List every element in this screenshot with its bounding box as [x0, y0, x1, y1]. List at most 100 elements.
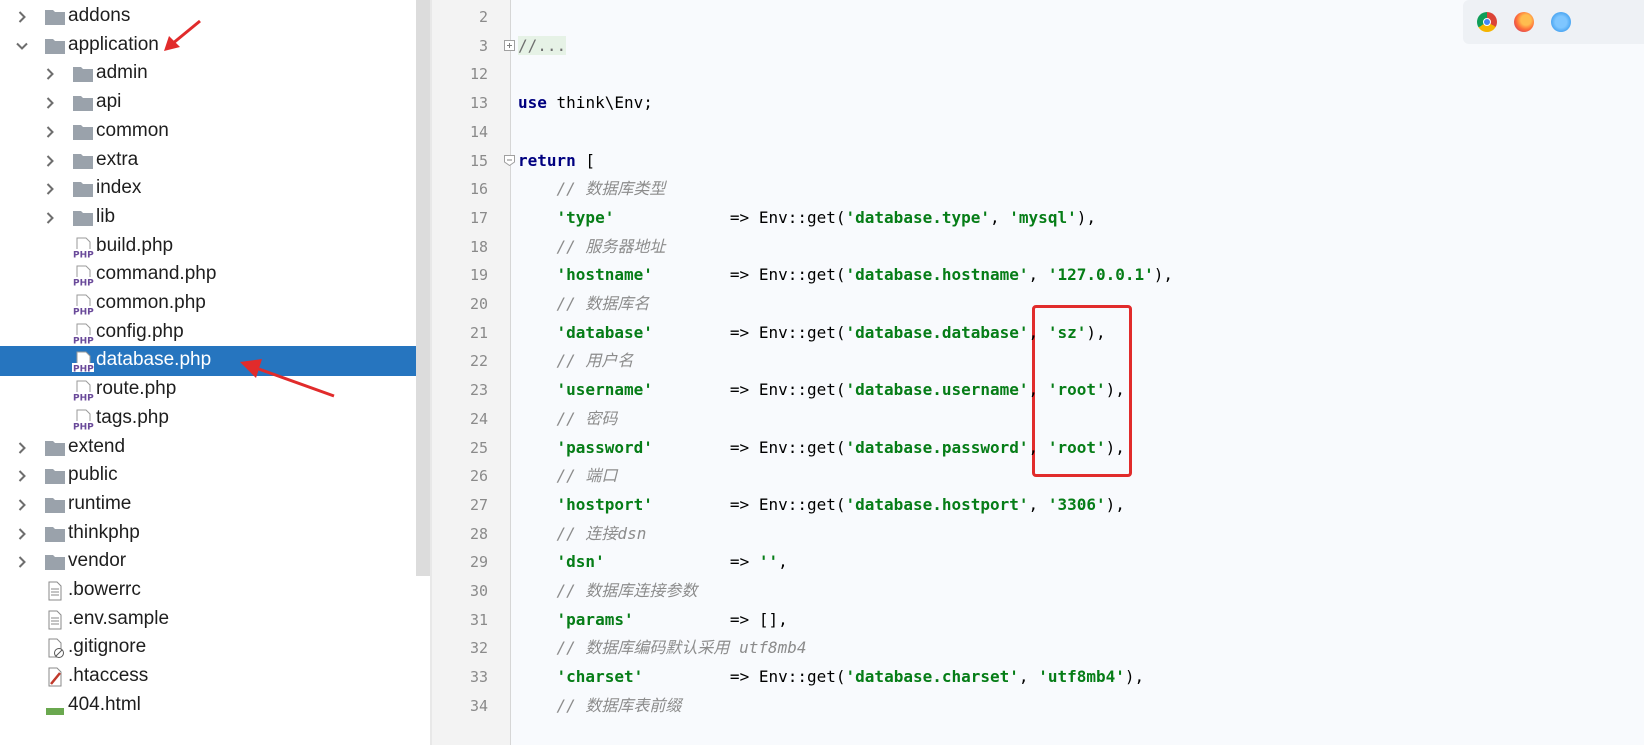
chevron-right-icon[interactable]	[14, 2, 34, 32]
chevron-right-icon[interactable]	[42, 146, 62, 176]
line-number: 23	[469, 381, 488, 400]
svg-text:PHP: PHP	[73, 394, 94, 403]
tree-item-label: extend	[68, 435, 126, 457]
tree-file[interactable]: PHP common.php	[0, 289, 430, 319]
chevron-right-icon[interactable]	[14, 433, 34, 463]
tree-file[interactable]: .env.sample	[0, 605, 430, 635]
code-line[interactable]: 'hostname' => Env::get('database.hostnam…	[518, 260, 1174, 290]
line-number: 22	[469, 352, 488, 371]
code-line[interactable]: //...	[518, 31, 567, 61]
line-number: 15	[469, 151, 488, 170]
tree-folder[interactable]: public	[0, 461, 430, 491]
firefox-icon[interactable]	[1514, 12, 1534, 32]
tree-folder[interactable]: vendor	[0, 547, 430, 577]
tree-file[interactable]: PHP config.php	[0, 318, 430, 348]
chevron-right-icon[interactable]	[42, 59, 62, 89]
chevron-right-icon[interactable]	[14, 547, 34, 577]
code-line[interactable]: 'charset' => Env::get('database.charset'…	[518, 662, 1145, 692]
code-line[interactable]: // 密码	[518, 404, 618, 434]
tree-item-label: lib	[96, 205, 116, 227]
tree-item-label: admin	[96, 62, 148, 84]
tree-folder[interactable]: extra	[0, 146, 430, 176]
tree-item-label: thinkphp	[68, 521, 140, 543]
code-line[interactable]: // 服务器地址	[518, 232, 666, 262]
code-line[interactable]: use think\Env;	[518, 88, 653, 118]
tree-file[interactable]: PHP route.php	[0, 375, 430, 405]
php-file-icon: PHP	[72, 294, 94, 318]
chevron-right-icon[interactable]	[42, 174, 62, 204]
safari-icon[interactable]	[1551, 12, 1571, 32]
project-tree: addons application admin api common extra inde…	[0, 0, 432, 745]
code-line[interactable]: 'params' => [],	[518, 605, 788, 635]
tree-file[interactable]: PHP command.php	[0, 260, 430, 290]
chevron-right-icon[interactable]	[14, 461, 34, 491]
folder-icon	[72, 93, 94, 113]
code-line[interactable]: // 数据库编码默认采用 utf8mb4	[518, 633, 807, 663]
line-number: 12	[469, 65, 488, 84]
code-line[interactable]: // 用户名	[518, 346, 634, 376]
tree-item-label: .htaccess	[68, 665, 149, 687]
tree-folder[interactable]: extend	[0, 433, 430, 463]
tree-item-label: common	[96, 119, 169, 141]
tree-folder[interactable]: api	[0, 88, 430, 118]
code-line[interactable]: 'type' => Env::get('database.type', 'mys…	[518, 203, 1096, 233]
tree-item-label: extra	[96, 148, 139, 170]
code-line[interactable]: 'database' => Env::get('database.databas…	[518, 318, 1106, 348]
chevron-right-icon[interactable]	[42, 203, 62, 233]
text-file-icon	[44, 610, 66, 630]
code-line[interactable]: 'hostport' => Env::get('database.hostpor…	[518, 490, 1125, 520]
tree-file[interactable]: PHP database.php	[0, 346, 430, 377]
tree-item-label: .gitignore	[68, 636, 147, 658]
chevron-right-icon[interactable]	[14, 519, 34, 549]
code-line[interactable]: // 数据库类型	[518, 174, 666, 204]
code-line[interactable]: // 连接dsn	[518, 519, 647, 549]
tree-item-label: api	[96, 91, 122, 113]
code-line[interactable]: return [	[518, 146, 595, 176]
tree-scrollbar[interactable]	[416, 0, 430, 576]
line-number: 26	[469, 467, 488, 486]
svg-text:PHP: PHP	[73, 279, 94, 288]
text-file-icon	[44, 581, 66, 601]
code-line[interactable]: // 数据库连接参数	[518, 576, 698, 606]
folder-icon	[44, 438, 66, 458]
tree-folder[interactable]: runtime	[0, 490, 430, 520]
tree-file[interactable]: .bowerrc	[0, 576, 430, 606]
php-file-icon: PHP	[72, 409, 94, 432]
tree-folder[interactable]: lib	[0, 203, 430, 233]
svg-text:PHP: PHP	[73, 422, 94, 431]
code-line[interactable]: // 数据库名	[518, 289, 650, 319]
tree-folder[interactable]: application	[0, 31, 430, 61]
tree-file[interactable]: .htaccess	[0, 662, 430, 692]
tree-file[interactable]: 404.html	[0, 691, 430, 721]
php-file-icon: PHP	[72, 380, 94, 404]
fold-collapse-icon[interactable]	[504, 155, 515, 166]
code-line[interactable]: 'dsn' => '',	[518, 547, 788, 577]
tree-folder[interactable]: thinkphp	[0, 519, 430, 549]
chevron-down-icon[interactable]	[14, 31, 34, 61]
tree-folder[interactable]: index	[0, 174, 430, 204]
line-number: 16	[469, 180, 488, 199]
line-number: 19	[469, 266, 488, 285]
chevron-right-icon[interactable]	[14, 490, 34, 520]
chevron-right-icon[interactable]	[42, 117, 62, 147]
tree-folder[interactable]: admin	[0, 59, 430, 89]
tree-item-label: tags.php	[96, 406, 169, 428]
fold-expand-icon[interactable]	[504, 40, 515, 51]
code-line[interactable]: // 数据库表前缀	[518, 691, 682, 721]
tree-folder[interactable]: common	[0, 117, 430, 147]
folder-icon	[44, 552, 66, 572]
tree-item-label: route.php	[96, 378, 177, 400]
tree-file[interactable]: PHP tags.php	[0, 404, 430, 434]
tree-item-label: application	[68, 33, 159, 55]
chrome-icon[interactable]	[1477, 12, 1497, 32]
tree-folder[interactable]: addons	[0, 2, 430, 32]
tree-file[interactable]: PHP build.php	[0, 232, 430, 262]
line-number: 28	[469, 524, 488, 543]
chevron-right-icon[interactable]	[42, 88, 62, 118]
code-line[interactable]: 'password' => Env::get('database.passwor…	[518, 433, 1125, 463]
tree-file[interactable]: .gitignore	[0, 633, 430, 663]
line-number: 33	[469, 668, 488, 687]
code-line[interactable]: // 端口	[518, 461, 618, 491]
line-number: 32	[469, 639, 488, 658]
code-line[interactable]: 'username' => Env::get('database.usernam…	[518, 375, 1125, 405]
